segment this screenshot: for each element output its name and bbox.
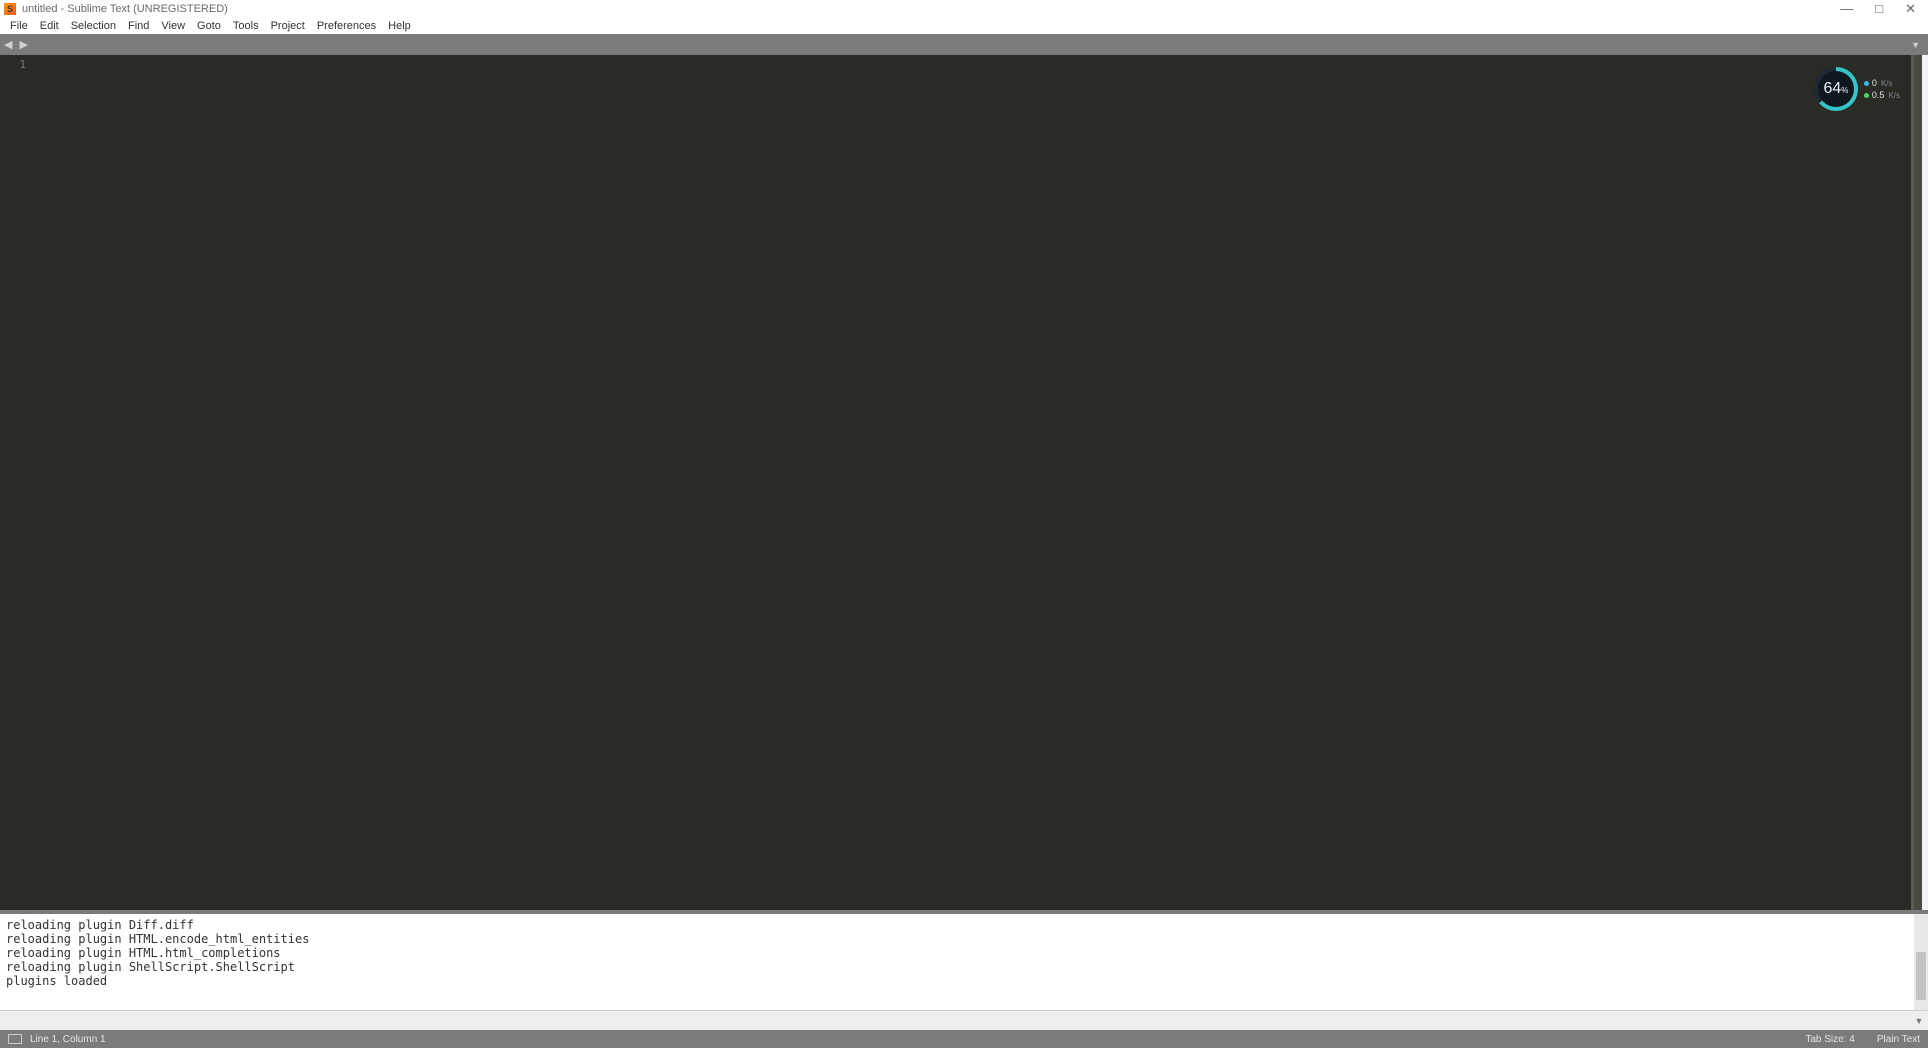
console-line: reloading plugin Diff.diff [6, 918, 194, 932]
menu-file[interactable]: File [4, 20, 34, 32]
upload-unit: K/s [1881, 79, 1893, 88]
console-line: reloading plugin HTML.encode_html_entiti… [6, 932, 309, 946]
code-view[interactable] [34, 55, 1911, 910]
app-icon [4, 3, 16, 15]
menu-selection[interactable]: Selection [65, 20, 122, 32]
tab-dropdown-button[interactable]: ▼ [1911, 40, 1924, 50]
window-title-bar: untitled - Sublime Text (UNREGISTERED) —… [0, 0, 1928, 18]
status-cursor-position[interactable]: Line 1, Column 1 [30, 1034, 106, 1045]
status-tab-size[interactable]: Tab Size: 4 [1805, 1034, 1854, 1045]
console-history-dropdown[interactable]: ▼ [1910, 1016, 1928, 1026]
usage-percent: 64 [1823, 80, 1841, 97]
download-unit: K/s [1888, 91, 1900, 100]
usage-ring-icon: 64% [1814, 67, 1858, 111]
line-number: 1 [0, 58, 26, 72]
tab-history-nav[interactable]: ◀ ▶ [4, 38, 30, 51]
window-close-button[interactable]: ✕ [1905, 1, 1916, 17]
download-rate: 0.5 [1872, 90, 1885, 100]
download-dot-icon [1864, 93, 1869, 98]
window-minimize-button[interactable]: — [1840, 1, 1853, 17]
window-maximize-button[interactable]: □ [1875, 1, 1883, 17]
system-monitor-widget: 64% 0 K/s 0.5 K/s [1814, 67, 1900, 111]
upload-rate: 0 [1872, 78, 1877, 88]
window-right-scroll-edge [1922, 55, 1928, 910]
menu-tools[interactable]: Tools [227, 20, 265, 32]
line-number-gutter: 1 [0, 55, 34, 910]
menu-project[interactable]: Project [265, 20, 311, 32]
console-line: plugins loaded [6, 974, 107, 988]
tab-strip: ◀ ▶ ▼ [0, 34, 1928, 55]
console-input[interactable] [0, 1014, 1910, 1027]
status-syntax[interactable]: Plain Text [1877, 1034, 1920, 1045]
upload-dot-icon [1864, 81, 1869, 86]
status-bar: Line 1, Column 1 Tab Size: 4 Plain Text [0, 1030, 1928, 1048]
console-vertical-scrollbar[interactable] [1914, 914, 1928, 1010]
menu-preferences[interactable]: Preferences [311, 20, 382, 32]
menu-help[interactable]: Help [382, 20, 417, 32]
menu-view[interactable]: View [155, 20, 191, 32]
console-line: reloading plugin ShellScript.ShellScript [6, 960, 295, 974]
menu-find[interactable]: Find [122, 20, 155, 32]
console-panel: reloading plugin Diff.diff reloading plu… [0, 910, 1928, 1030]
console-scroll-thumb[interactable] [1916, 952, 1926, 1000]
menu-goto[interactable]: Goto [191, 20, 227, 32]
editor-area[interactable]: 1 64% 0 K/s 0.5 K/s [0, 55, 1928, 910]
usage-percent-unit: % [1841, 86, 1848, 95]
menu-edit[interactable]: Edit [34, 20, 65, 32]
menu-bar: File Edit Selection Find View Goto Tools… [0, 18, 1928, 34]
window-title: untitled - Sublime Text (UNREGISTERED) [22, 3, 228, 15]
console-line: reloading plugin HTML.html_completions [6, 946, 281, 960]
console-output[interactable]: reloading plugin Diff.diff reloading plu… [0, 914, 1914, 1010]
console-input-row: ▼ [0, 1010, 1928, 1030]
panel-switcher-icon[interactable] [8, 1034, 22, 1044]
